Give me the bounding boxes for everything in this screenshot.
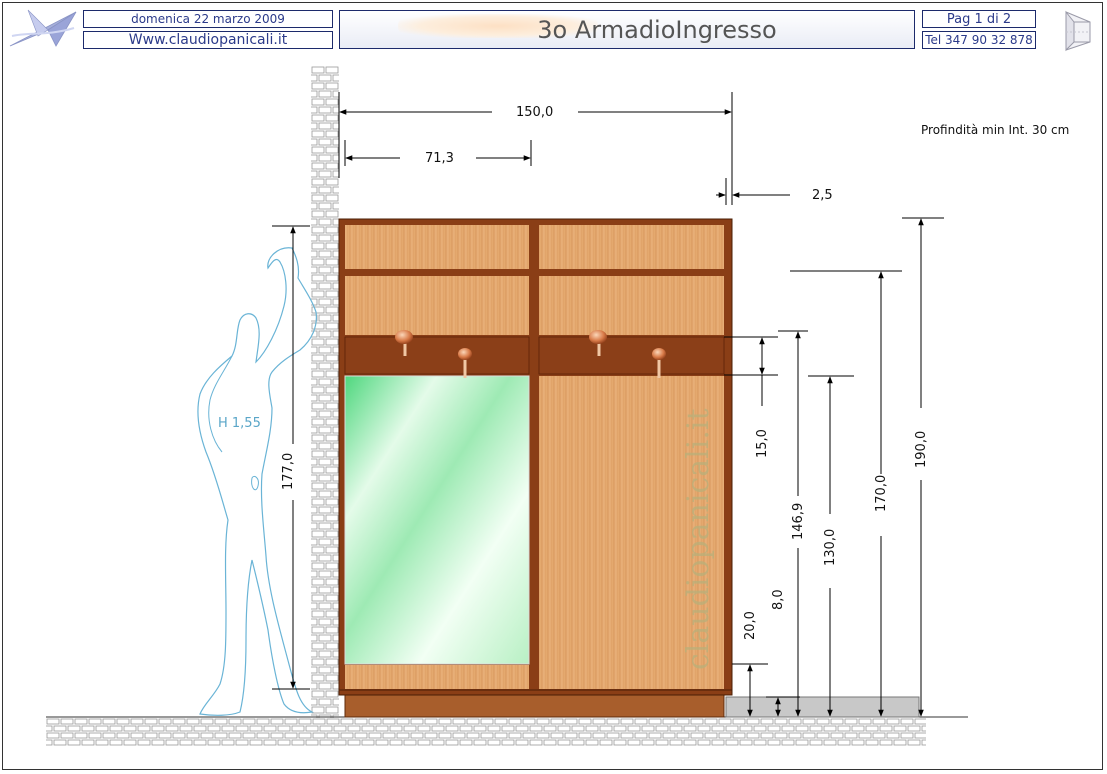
dim-hook-rail-top: 146,9 — [778, 330, 808, 717]
dim-thickness-label: 2,5 — [812, 188, 833, 203]
dim-figure-height-label: 177,0 — [281, 453, 296, 490]
watermark: claudiopanicali.it — [681, 408, 716, 670]
dim-hook-rail-bottom-label: 130,0 — [823, 529, 838, 566]
dim-hook-rail-top-label: 146,9 — [791, 503, 806, 540]
depth-note: Profindità min Int. 30 cm — [921, 123, 1069, 137]
floor-step — [725, 696, 920, 718]
brick-wall — [311, 66, 339, 718]
dim-total-width-label: 150,0 — [516, 105, 553, 120]
dim-hook-rail-bottom: 130,0 — [808, 375, 854, 717]
dim-step-label: 8,0 — [771, 589, 786, 610]
dim-top-shelf: 170,0 — [790, 270, 902, 717]
dim-step: 8,0 — [766, 589, 800, 717]
shelf-panel-right — [539, 276, 724, 335]
dim-hook-rail-label: 15,0 — [755, 429, 770, 458]
mirror-bottom-panel — [345, 665, 529, 689]
dim-door-width: 71,3 — [344, 140, 532, 166]
human-figure-arm — [208, 355, 233, 453]
upper-panel-left — [345, 225, 529, 269]
human-figure-hand — [251, 475, 259, 491]
figure-height-label: H 1,55 — [218, 416, 261, 431]
dim-top-shelf-label: 170,0 — [874, 475, 889, 512]
human-figure-outline — [197, 247, 317, 716]
shelf-panel-left — [345, 276, 529, 335]
brick-floor — [46, 718, 926, 746]
dim-total-height: 190,0 — [902, 217, 944, 717]
dim-base-plinth-label: 20,0 — [743, 611, 758, 640]
upper-panel-right — [539, 225, 724, 269]
wardrobe-plinth — [344, 694, 725, 718]
dim-thickness: 2,5 — [716, 178, 833, 205]
hook-rail-right — [538, 336, 725, 375]
wardrobe-drawing: H 1,55 claudiopanicali.it 150,0 71,3 2,5… — [46, 66, 1069, 746]
dim-total-width: 150,0 — [338, 92, 733, 205]
dim-door-width-label: 71,3 — [425, 151, 454, 166]
dim-total-height-label: 190,0 — [914, 431, 929, 468]
wardrobe — [338, 218, 733, 718]
hook-rail-left — [344, 336, 530, 375]
mirror-door — [344, 375, 530, 665]
